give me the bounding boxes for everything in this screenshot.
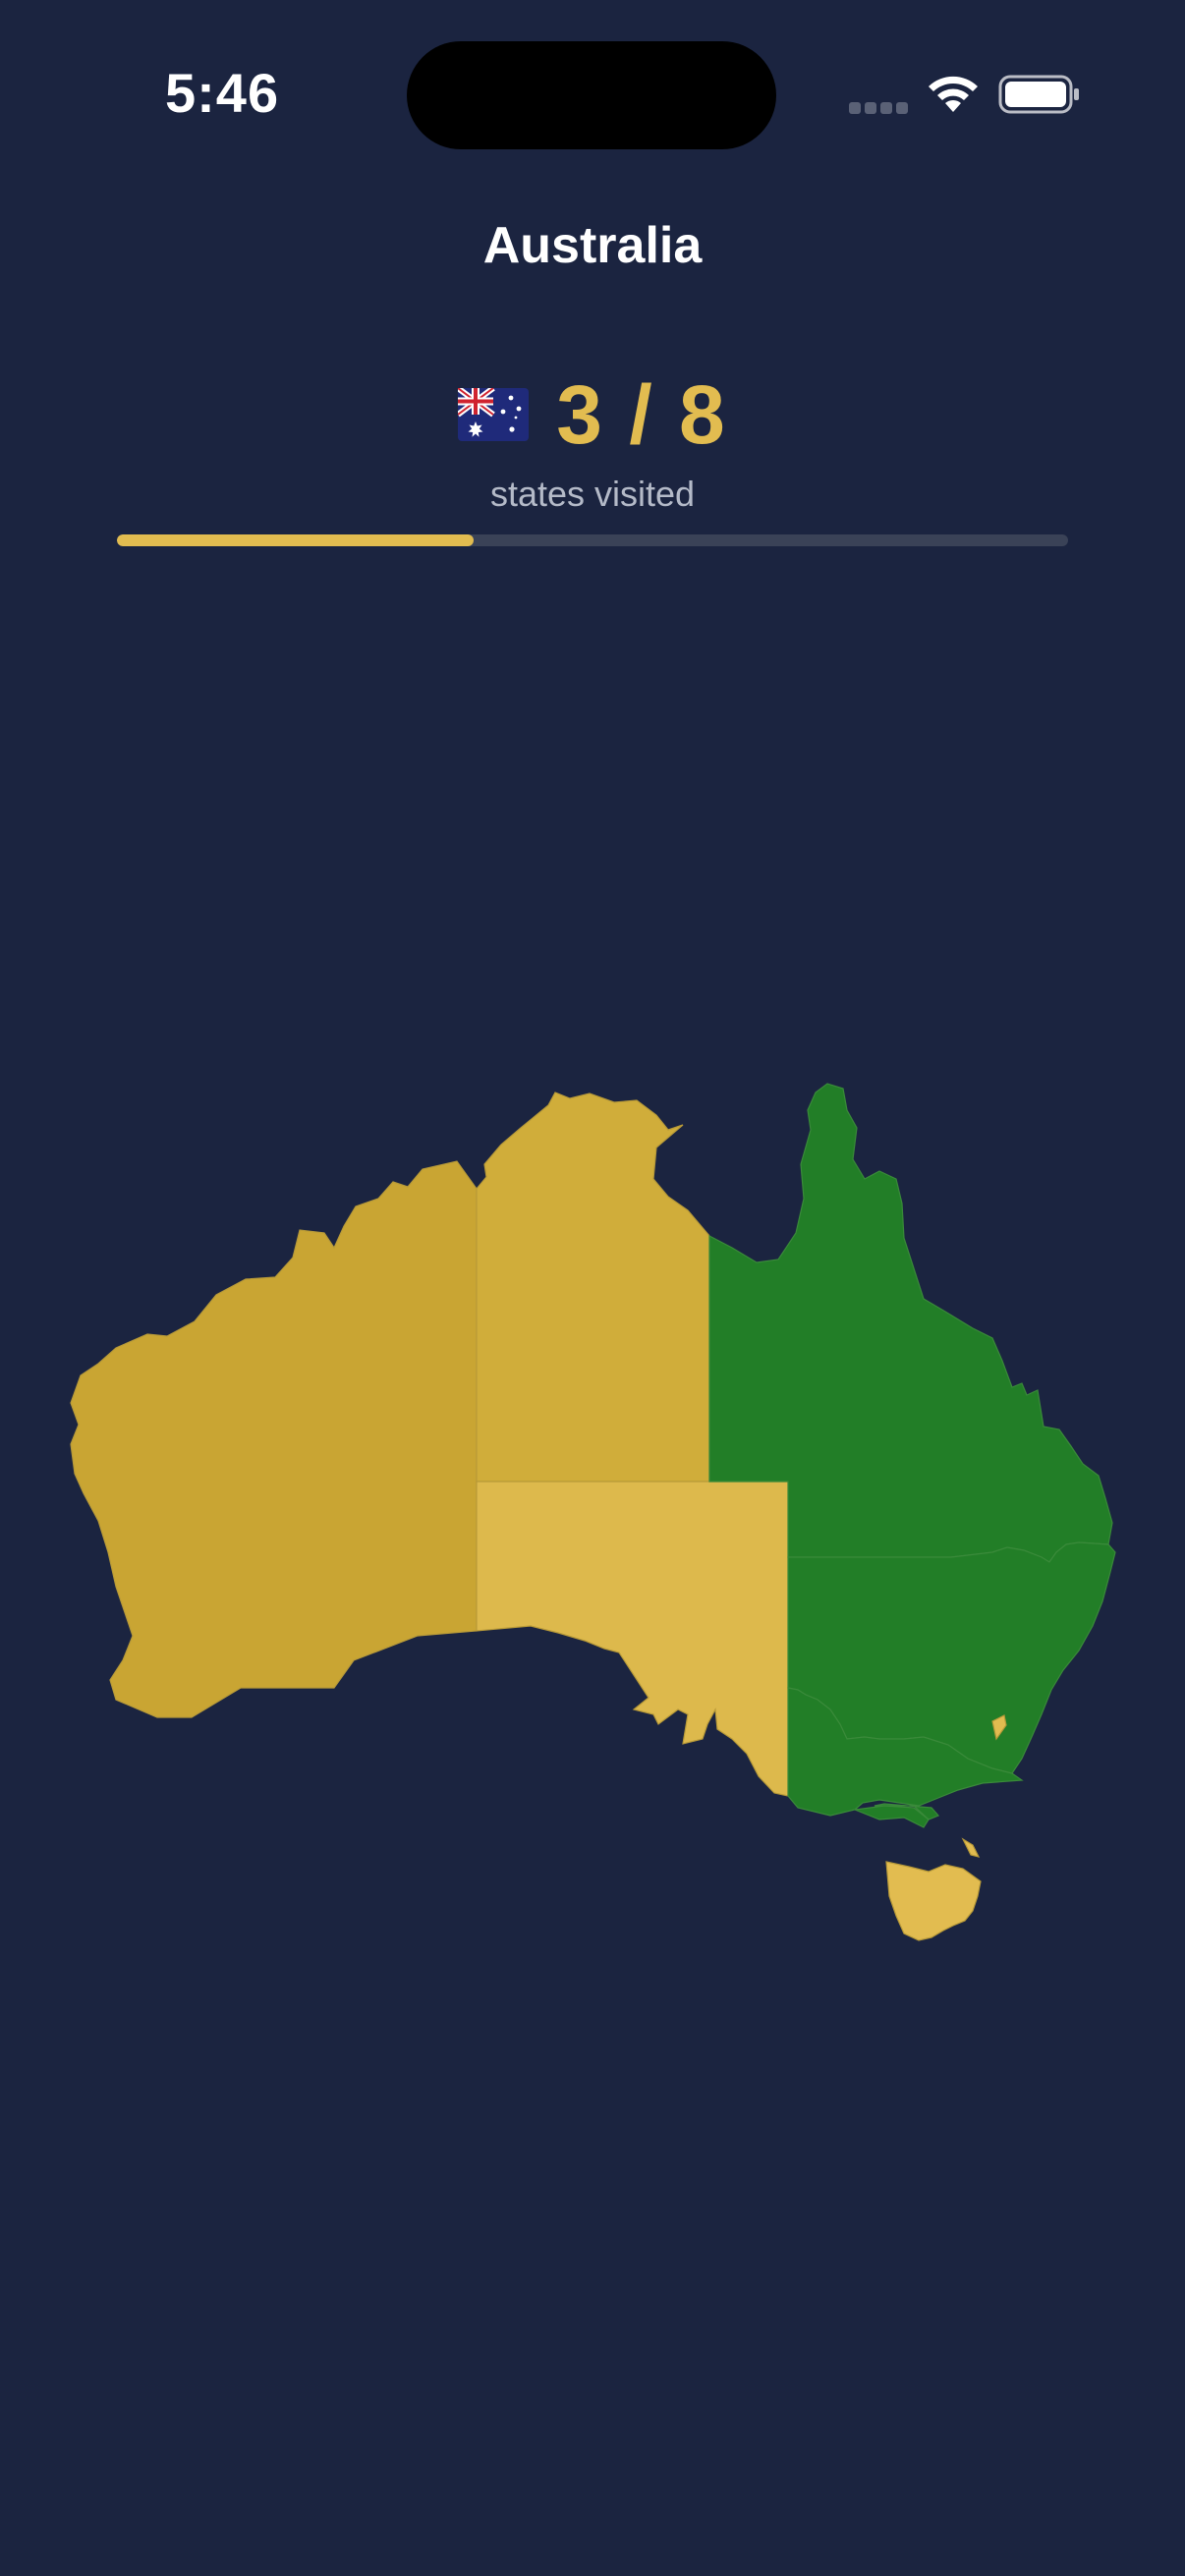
progress-bar-fill xyxy=(117,534,474,546)
cell-signal-icon xyxy=(849,102,908,116)
visited-count: 3 / 8 xyxy=(556,367,727,461)
region-tasmania[interactable] xyxy=(885,1837,982,1941)
dynamic-island xyxy=(407,41,776,149)
screen: 5:46 Australia 3 / 8 states visited xyxy=(0,0,1185,2576)
visited-label: states visited xyxy=(489,474,696,514)
australia-flag-icon xyxy=(458,388,530,441)
visited-count-row: 3 / 8 xyxy=(0,365,1185,464)
battery-icon xyxy=(998,75,1079,114)
page-title: Australia xyxy=(482,217,703,274)
region-south-australia[interactable] xyxy=(476,1481,789,1797)
wifi-icon xyxy=(929,76,978,112)
region-western-australia[interactable] xyxy=(70,1160,478,1718)
australia-map xyxy=(70,1083,1116,1941)
region-northern-territory[interactable] xyxy=(476,1092,710,1483)
progress-bar xyxy=(117,534,1068,546)
status-time: 5:46 xyxy=(165,62,280,124)
